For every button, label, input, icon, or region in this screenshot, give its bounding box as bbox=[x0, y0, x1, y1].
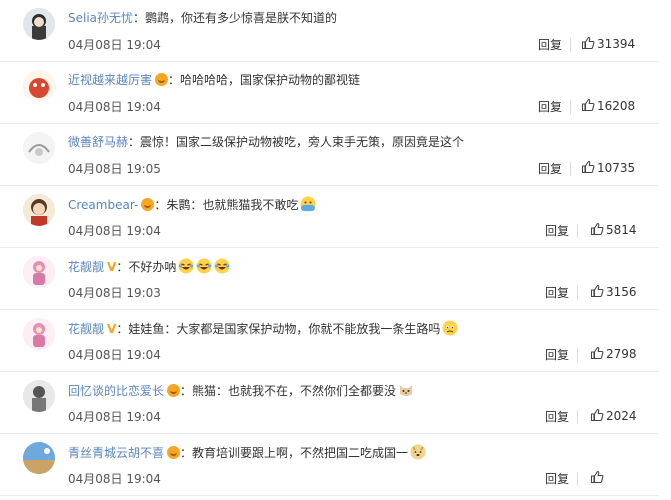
member-badge-icon bbox=[167, 384, 181, 397]
avatar[interactable] bbox=[23, 442, 55, 474]
thumbs-up-icon bbox=[581, 160, 597, 175]
comment-content: 近视越来越厉害 ：哈哈哈哈，国家保护动物的鄙视链 bbox=[68, 72, 360, 88]
reply-button[interactable]: 回复 bbox=[538, 161, 562, 177]
username-link[interactable]: 花靓靓 bbox=[68, 260, 104, 274]
comment-text: ：教育培训要跟上啊，不然把国二吃成国一 bbox=[180, 446, 409, 460]
like-button[interactable]: 2798 bbox=[590, 346, 637, 362]
username-link[interactable]: 微善舒马赫 bbox=[68, 135, 128, 149]
verified-v-icon: V bbox=[107, 260, 117, 274]
like-button[interactable]: 3156 bbox=[590, 284, 637, 300]
comment-row: Selia孙无忧：鹦鹉，你还有多少惊喜是朕不知道的 04月08日 19:04 回复 3… bbox=[0, 0, 659, 62]
laugh-cry-emoji bbox=[214, 258, 230, 274]
comment-row: 花靓靓 V：不好办呐 04月08日 19:03 回复 3156 bbox=[0, 248, 659, 310]
avatar[interactable] bbox=[23, 256, 55, 288]
action-divider bbox=[577, 410, 578, 424]
comment-content: 微善舒马赫：震惊！国家二级保护动物被吃，旁人束手无策，原因竟是这个 bbox=[68, 134, 464, 150]
comment-row: 近视越来越厉害 ：哈哈哈哈，国家保护动物的鄙视链 04月08日 19:04 回复 162… bbox=[0, 62, 659, 124]
reply-button[interactable]: 回复 bbox=[545, 223, 569, 239]
action-divider bbox=[577, 472, 578, 486]
comment-content: 花靓靓 V：不好办呐 bbox=[68, 258, 230, 275]
reply-button[interactable]: 回复 bbox=[545, 409, 569, 425]
comment-content: 花靓靓 V：娃娃鱼：大家都是国家保护动物，你就不能放我一条生路吗 bbox=[68, 320, 458, 337]
thumbs-up-icon bbox=[581, 36, 597, 51]
member-badge-icon bbox=[141, 198, 155, 211]
comment-content: 回忆谈的比恋爱长 ：熊猫：也就我不在，不然你们全都要没 bbox=[68, 382, 414, 399]
username-link[interactable]: Creambear- bbox=[68, 198, 138, 212]
avatar[interactable] bbox=[23, 380, 55, 412]
username-link[interactable]: 花靓靓 bbox=[68, 322, 104, 336]
avatar[interactable] bbox=[23, 132, 55, 164]
cat-emoji bbox=[398, 382, 414, 398]
username-link[interactable]: 近视越来越厉害 bbox=[68, 73, 152, 87]
comment-timestamp: 04月08日 19:04 bbox=[68, 348, 161, 362]
avatar[interactable] bbox=[23, 8, 55, 40]
comment-timestamp: 04月08日 19:04 bbox=[68, 410, 161, 424]
comment-text: ：不好办呐 bbox=[116, 260, 177, 274]
thumbs-up-icon bbox=[590, 346, 606, 361]
doge-emoji bbox=[410, 444, 426, 460]
action-divider bbox=[570, 38, 571, 52]
reply-button[interactable]: 回复 bbox=[545, 285, 569, 301]
avatar[interactable] bbox=[23, 194, 55, 226]
thumbs-up-icon bbox=[590, 470, 606, 485]
laugh-cry-emoji bbox=[178, 258, 194, 274]
username-link[interactable]: 回忆谈的比恋爱长 bbox=[68, 384, 164, 398]
reply-button[interactable]: 回复 bbox=[545, 471, 569, 487]
comment-content: Selia孙无忧：鹦鹉，你还有多少惊喜是朕不知道的 bbox=[68, 10, 337, 26]
avatar[interactable] bbox=[23, 318, 55, 350]
comment-timestamp: 04月08日 19:05 bbox=[68, 162, 161, 176]
action-divider bbox=[577, 348, 578, 362]
reply-button[interactable]: 回复 bbox=[545, 347, 569, 363]
comment-content: 青丝青城云胡不喜 ：教育培训要跟上啊，不然把国二吃成国一 bbox=[68, 444, 426, 461]
like-button[interactable]: 10735 bbox=[581, 160, 635, 176]
thumbs-up-icon bbox=[590, 408, 606, 423]
like-button[interactable]: 31394 bbox=[581, 36, 635, 52]
comment-row: Creambear- ：朱鹮：也就熊猫我不敢吃 04月08日 19:04 回复 5814 bbox=[0, 186, 659, 248]
comment-row: 回忆谈的比恋爱长 ：熊猫：也就我不在，不然你们全都要没 04月08日 19:04 回复… bbox=[0, 372, 659, 434]
action-divider bbox=[570, 162, 571, 176]
username-link[interactable]: Selia孙无忧 bbox=[68, 11, 133, 25]
comment-timestamp: 04月08日 19:03 bbox=[68, 286, 161, 300]
comment-timestamp: 04月08日 19:04 bbox=[68, 472, 161, 486]
member-badge-icon bbox=[155, 73, 169, 86]
comment-row: 花靓靓 V：娃娃鱼：大家都是国家保护动物，你就不能放我一条生路吗 04月08日 19… bbox=[0, 310, 659, 372]
comment-text: ：朱鹮：也就熊猫我不敢吃 bbox=[154, 198, 299, 212]
verified-v-icon: V bbox=[107, 322, 117, 336]
comment-text: ：震惊！国家二级保护动物被吃，旁人束手无策，原因竟是这个 bbox=[128, 135, 465, 149]
reply-button[interactable]: 回复 bbox=[538, 99, 562, 115]
comment-timestamp: 04月08日 19:04 bbox=[68, 100, 161, 114]
comment-row: 青丝青城云胡不喜 ：教育培训要跟上啊，不然把国二吃成国一 04月08日 19:04 回… bbox=[0, 434, 659, 496]
member-badge-icon bbox=[167, 446, 181, 459]
comment-text: ：娃娃鱼：大家都是国家保护动物，你就不能放我一条生路吗 bbox=[116, 322, 441, 336]
comment-text: ：哈哈哈哈，国家保护动物的鄙视链 bbox=[168, 73, 361, 87]
like-button[interactable]: 2024 bbox=[590, 408, 637, 424]
username-link[interactable]: 青丝青城云胡不喜 bbox=[68, 446, 164, 460]
avatar[interactable] bbox=[23, 70, 55, 102]
comment-timestamp: 04月08日 19:04 bbox=[68, 224, 161, 238]
action-divider bbox=[577, 224, 578, 238]
comment-row: 微善舒马赫：震惊！国家二级保护动物被吃，旁人束手无策，原因竟是这个 04月08日 … bbox=[0, 124, 659, 186]
sad-emoji bbox=[442, 320, 458, 336]
comment-content: Creambear- ：朱鹮：也就熊猫我不敢吃 bbox=[68, 196, 316, 213]
action-divider bbox=[577, 286, 578, 300]
comment-text: ：鹦鹉，你还有多少惊喜是朕不知道的 bbox=[133, 11, 338, 25]
like-button[interactable]: 5814 bbox=[590, 222, 637, 238]
like-button[interactable] bbox=[590, 470, 606, 486]
like-button[interactable]: 16208 bbox=[581, 98, 635, 114]
thumbs-up-icon bbox=[581, 98, 597, 113]
comment-text: ：熊猫：也就我不在，不然你们全都要没 bbox=[180, 384, 397, 398]
action-divider bbox=[570, 100, 571, 114]
cry-emoji bbox=[300, 196, 316, 212]
thumbs-up-icon bbox=[590, 284, 606, 299]
laugh-cry-emoji bbox=[196, 258, 212, 274]
reply-button[interactable]: 回复 bbox=[538, 37, 562, 53]
comment-timestamp: 04月08日 19:04 bbox=[68, 38, 161, 52]
comment-list: Selia孙无忧：鹦鹉，你还有多少惊喜是朕不知道的 04月08日 19:04 回复 3… bbox=[0, 0, 671, 500]
thumbs-up-icon bbox=[590, 222, 606, 237]
